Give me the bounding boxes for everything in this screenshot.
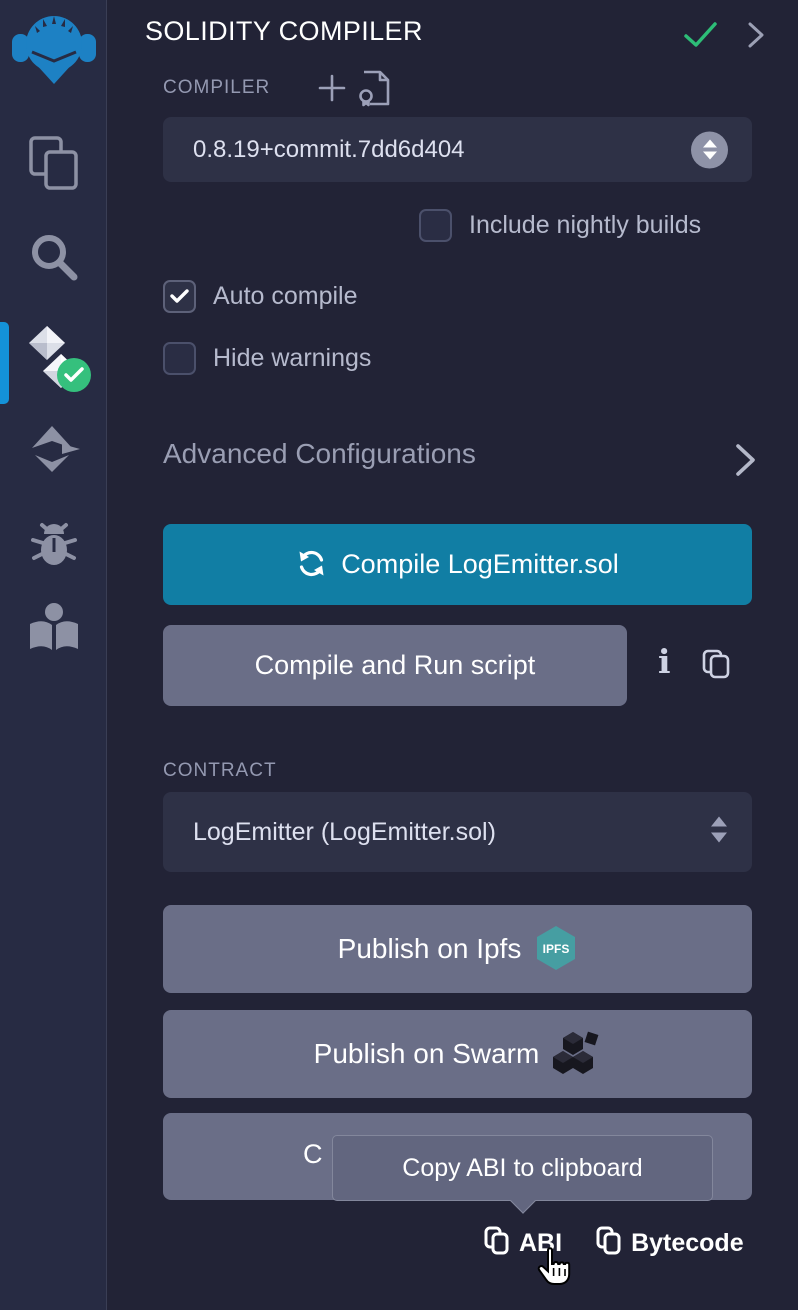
book-icon: [26, 602, 82, 661]
compiled-check-badge: [57, 358, 91, 392]
remix-solidity-compiler-panel: SOLIDITY COMPILER COMPILER 0.8.19+commit…: [0, 0, 798, 1310]
compile-and-run-button[interactable]: Compile and Run script: [163, 625, 627, 706]
hide-warnings-row[interactable]: Hide warnings: [163, 342, 371, 375]
hide-warnings-label: Hide warnings: [213, 344, 371, 373]
swarm-icon-label-wrap: Publish on Swarm: [314, 1038, 540, 1070]
svg-text:IPFS: IPFS: [543, 942, 570, 956]
auto-compile-row[interactable]: Auto compile: [163, 280, 358, 313]
version-sort-icon: [691, 131, 728, 168]
publish-ipfs-label: Publish on Ipfs: [338, 933, 522, 965]
icon-sidebar: [0, 0, 107, 1310]
copy-icon: [596, 1226, 622, 1261]
copy-icon: [484, 1226, 510, 1261]
sidebar-item-search[interactable]: [0, 230, 107, 289]
contract-sort-icon: [708, 815, 730, 850]
compiler-version-value: 0.8.19+commit.7dd6d404: [193, 136, 465, 164]
contract-select[interactable]: LogEmitter (LogEmitter.sol): [163, 792, 752, 872]
auto-compile-label: Auto compile: [213, 282, 358, 311]
copy-abi-tooltip-text: Copy ABI to clipboard: [402, 1154, 642, 1183]
page-title: SOLIDITY COMPILER: [145, 16, 423, 47]
compile-button-label: Compile LogEmitter.sol: [341, 549, 619, 580]
refresh-icon: [296, 548, 327, 582]
sidebar-item-learn[interactable]: [0, 602, 107, 661]
copy-row: ABI Bytecode: [484, 1226, 744, 1261]
contract-section-label: CONTRACT: [163, 760, 277, 782]
add-compiler-icon[interactable]: [317, 73, 347, 108]
compile-button[interactable]: Compile LogEmitter.sol: [163, 524, 752, 605]
tooltip-caret: [510, 1188, 535, 1213]
auto-compile-checkbox[interactable]: [163, 280, 196, 313]
swarm-icon: [553, 1030, 601, 1079]
chevron-right-icon[interactable]: [742, 19, 770, 56]
advanced-chevron-icon[interactable]: [731, 442, 759, 483]
nightly-builds-checkbox[interactable]: [419, 209, 452, 242]
compile-and-run-label: Compile and Run script: [255, 650, 536, 681]
license-file-icon[interactable]: [357, 69, 393, 112]
compiler-section-label: COMPILER: [163, 77, 270, 99]
copy-bytecode-button[interactable]: Bytecode: [596, 1226, 744, 1261]
advanced-configurations-label[interactable]: Advanced Configurations: [163, 438, 476, 470]
hide-warnings-checkbox[interactable]: [163, 342, 196, 375]
publish-swarm-button[interactable]: Publish on Swarm: [163, 1010, 752, 1098]
sidebar-item-home[interactable]: [0, 8, 107, 91]
ipfs-icon: IPFS: [535, 925, 577, 974]
publish-ipfs-button[interactable]: Publish on Ipfs IPFS: [163, 905, 752, 993]
nightly-builds-label: Include nightly builds: [469, 211, 701, 240]
sidebar-item-file-explorer[interactable]: [0, 134, 107, 197]
nightly-builds-row[interactable]: Include nightly builds: [419, 209, 701, 242]
bytecode-label: Bytecode: [631, 1229, 744, 1258]
compiler-version-select[interactable]: 0.8.19+commit.7dd6d404: [163, 117, 752, 182]
sidebar-item-deploy-run[interactable]: [0, 424, 107, 479]
copy-abi-tooltip: Copy ABI to clipboard: [332, 1135, 713, 1201]
copy-script-icon[interactable]: [701, 648, 731, 685]
files-icon: [26, 134, 82, 197]
compilation-details-visible-label: C: [303, 1139, 323, 1170]
remix-logo-icon: [10, 8, 98, 91]
hand-cursor-icon: [536, 1246, 574, 1299]
check-icon: [683, 20, 719, 55]
search-icon: [27, 230, 81, 289]
bug-icon: [26, 516, 82, 577]
sidebar-item-debugger[interactable]: [0, 516, 107, 577]
info-icon[interactable]: i: [658, 642, 671, 681]
sidebar-item-solidity-compiler[interactable]: [0, 326, 107, 393]
contract-select-value: LogEmitter (LogEmitter.sol): [193, 818, 496, 847]
deploy-icon: [26, 424, 82, 479]
